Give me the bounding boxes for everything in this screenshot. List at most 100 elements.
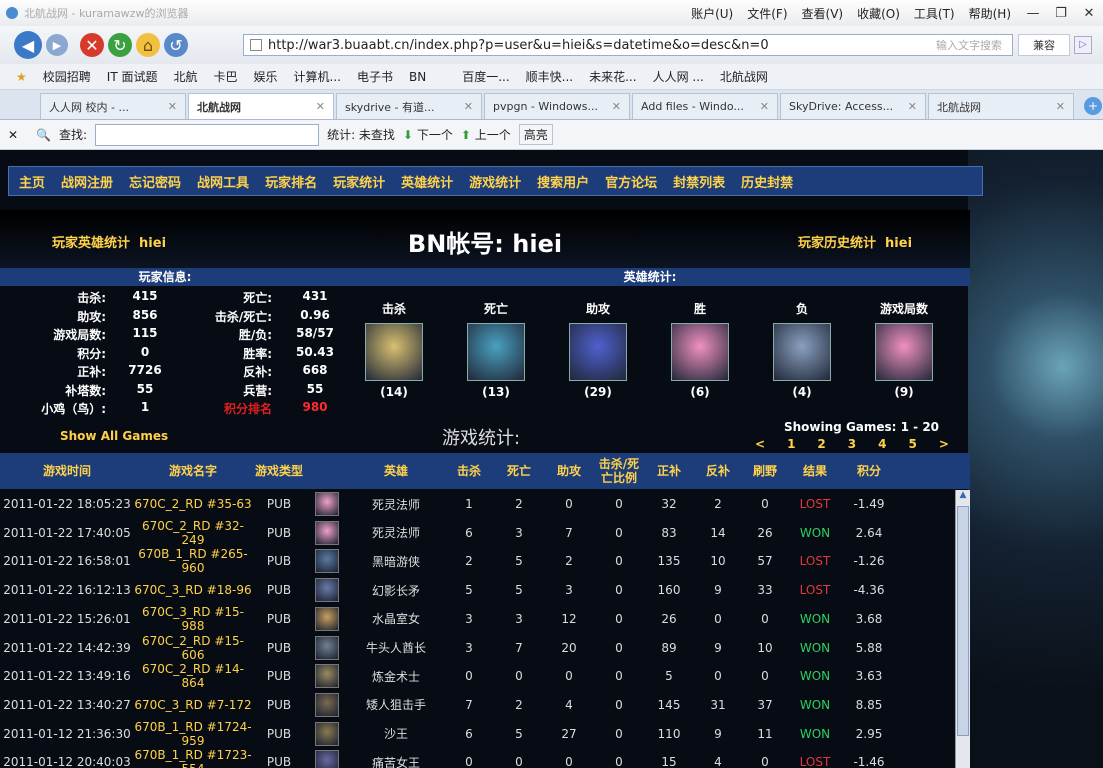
- menu-view[interactable]: 查看(V): [802, 5, 844, 22]
- table-row[interactable]: 2011-01-22 16:12:13 670C_3_RD #18-96 PUB 幻影…: [0, 576, 955, 604]
- hero-name[interactable]: 死灵法师: [348, 496, 444, 513]
- fav-item[interactable]: 北航战网: [720, 68, 768, 85]
- history-icon[interactable]: ↺: [164, 33, 188, 57]
- game-name[interactable]: 670C_2_RD #15-606: [134, 634, 252, 662]
- table-row[interactable]: 2011-01-22 13:49:16 670C_2_RD #14-864 PUB 炼…: [0, 662, 955, 690]
- hero-stats-link[interactable]: 玩家英雄统计 hiei: [52, 232, 166, 251]
- game-name[interactable]: 670B_1_RD #1723-554: [134, 748, 252, 768]
- hero-name[interactable]: 痛苦女王: [348, 754, 444, 768]
- find-next-button[interactable]: ⬇ 下一个: [403, 126, 453, 143]
- pager-page[interactable]: 4: [878, 437, 886, 451]
- scrollbar[interactable]: ▲: [955, 490, 970, 768]
- table-row[interactable]: 2011-01-22 15:26:01 670C_3_RD #15-988 PUB 水…: [0, 605, 955, 633]
- forward-icon[interactable]: ▶: [46, 34, 68, 56]
- nav-item[interactable]: 封禁列表: [673, 172, 725, 191]
- hero-name[interactable]: 矮人狙击手: [348, 696, 444, 713]
- close-tab-icon[interactable]: ✕: [316, 100, 325, 113]
- hero-stat[interactable]: 负 (4): [772, 300, 832, 399]
- hero-stat[interactable]: 游戏局数 (9): [874, 300, 934, 399]
- hero-name[interactable]: 炼金术士: [348, 668, 444, 685]
- home-icon[interactable]: ⌂: [136, 33, 160, 57]
- nav-item[interactable]: 游戏统计: [469, 172, 521, 191]
- table-row[interactable]: 2011-01-12 21:36:30 670B_1_RD #1724-959 PU…: [0, 720, 955, 748]
- go-icon[interactable]: ▷: [1074, 36, 1092, 54]
- menu-account[interactable]: 账户(U): [691, 5, 733, 22]
- close-tab-icon[interactable]: ✕: [612, 100, 621, 113]
- table-row[interactable]: 2011-01-22 13:40:27 670C_3_RD #7-172 PUB 矮人…: [0, 691, 955, 719]
- fav-item[interactable]: 卡巴: [213, 68, 237, 85]
- address-bar[interactable]: http://war3.buaabt.cn/index.php?p=user&u…: [243, 34, 1013, 56]
- fav-item[interactable]: 北航: [173, 68, 197, 85]
- pager-page[interactable]: 2: [817, 437, 825, 451]
- nav-item[interactable]: 战网工具: [197, 172, 249, 191]
- refresh-icon[interactable]: ↻: [108, 33, 132, 57]
- tab-active[interactable]: 北航战网 ✕: [188, 93, 334, 119]
- nav-item[interactable]: 玩家排名: [265, 172, 317, 191]
- nav-item[interactable]: 战网注册: [61, 172, 113, 191]
- menu-file[interactable]: 文件(F): [747, 5, 787, 22]
- fav-item[interactable]: IT 面试题: [107, 68, 158, 85]
- table-row[interactable]: 2011-01-22 17:40:05 670C_2_RD #32-249 PUB 死…: [0, 519, 955, 547]
- tab[interactable]: 人人网 校内 - ... ✕: [40, 93, 186, 119]
- fav-item[interactable]: 百度一...: [462, 68, 509, 85]
- tab[interactable]: skydrive - 有道... ✕: [336, 93, 482, 119]
- show-all-games-link[interactable]: Show All Games: [60, 429, 168, 443]
- close-find-icon[interactable]: ✕: [8, 128, 18, 142]
- table-row[interactable]: 2011-01-22 16:58:01 670B_1_RD #265-960 PUB…: [0, 547, 955, 575]
- close-tab-icon[interactable]: ✕: [760, 100, 769, 113]
- tab[interactable]: SkyDrive: Access... ✕: [780, 93, 926, 119]
- tab[interactable]: pvpgn - Windows... ✕: [484, 93, 630, 119]
- pager-page[interactable]: 5: [909, 437, 917, 451]
- fav-item[interactable]: BN: [409, 70, 426, 84]
- game-name[interactable]: 670B_1_RD #1724-959: [134, 720, 252, 748]
- nav-item[interactable]: 搜索用户: [537, 172, 589, 191]
- nav-item[interactable]: 忘记密码: [129, 172, 181, 191]
- nav-item[interactable]: 历史封禁: [741, 172, 793, 191]
- menu-tools[interactable]: 工具(T): [914, 5, 955, 22]
- pager-page[interactable]: 3: [848, 437, 856, 451]
- minimize-icon[interactable]: —: [1019, 3, 1047, 23]
- fav-item[interactable]: 顺丰快...: [526, 68, 573, 85]
- favorites-star-icon[interactable]: ★: [16, 70, 27, 84]
- table-row[interactable]: 2011-01-22 18:05:23 670C_2_RD #35-63 PUB 死灵…: [0, 490, 955, 518]
- close-tab-icon[interactable]: ✕: [464, 100, 473, 113]
- tab[interactable]: Add files - Windo... ✕: [632, 93, 778, 119]
- table-row[interactable]: 2011-01-22 14:42:39 670C_2_RD #15-606 PUB 牛…: [0, 634, 955, 662]
- restore-icon[interactable]: ❐: [1047, 3, 1075, 23]
- hero-name[interactable]: 水晶室女: [348, 610, 444, 627]
- nav-item[interactable]: 玩家统计: [333, 172, 385, 191]
- find-input[interactable]: [95, 123, 320, 146]
- fav-item[interactable]: 娱乐: [254, 68, 278, 85]
- game-name[interactable]: 670C_2_RD #14-864: [134, 662, 252, 690]
- nav-item[interactable]: 官方论坛: [605, 172, 657, 191]
- nav-item[interactable]: 主页: [19, 172, 45, 191]
- new-tab-icon[interactable]: +: [1084, 97, 1102, 115]
- tab[interactable]: 北航战网 ✕: [928, 93, 1074, 119]
- pager-prev[interactable]: <: [755, 437, 765, 451]
- fav-item[interactable]: 人人网 ...: [653, 68, 704, 85]
- hero-stat[interactable]: 助攻 (29): [568, 300, 628, 399]
- game-name[interactable]: 670C_3_RD #15-988: [134, 605, 252, 633]
- hero-name[interactable]: 死灵法师: [348, 524, 444, 541]
- game-name[interactable]: 670C_2_RD #35-63: [134, 497, 252, 511]
- hero-stat[interactable]: 胜 (6): [670, 300, 730, 399]
- hero-name[interactable]: 黑暗游侠: [348, 553, 444, 570]
- pager-next[interactable]: >: [939, 437, 949, 451]
- close-tab-icon[interactable]: ✕: [168, 100, 177, 113]
- menu-favorites[interactable]: 收藏(O): [857, 5, 900, 22]
- hero-stat[interactable]: 死亡 (13): [466, 300, 526, 399]
- search-placeholder[interactable]: 输入文字搜索: [936, 37, 1002, 53]
- fav-item[interactable]: 计算机...: [294, 68, 341, 85]
- close-tab-icon[interactable]: ✕: [908, 100, 917, 113]
- game-name[interactable]: 670C_3_RD #18-96: [134, 583, 252, 597]
- nav-item[interactable]: 英雄统计: [401, 172, 453, 191]
- game-name[interactable]: 670C_3_RD #7-172: [134, 698, 252, 712]
- history-stats-link[interactable]: 玩家历史统计 hiei: [798, 232, 912, 251]
- close-window-icon[interactable]: ✕: [1075, 3, 1103, 23]
- scroll-up-icon[interactable]: ▲: [956, 490, 970, 504]
- pager-page[interactable]: 1: [787, 437, 795, 451]
- game-name[interactable]: 670B_1_RD #265-960: [134, 547, 252, 575]
- stop-icon[interactable]: ✕: [80, 33, 104, 57]
- scroll-thumb[interactable]: [957, 506, 969, 736]
- close-tab-icon[interactable]: ✕: [1056, 100, 1065, 113]
